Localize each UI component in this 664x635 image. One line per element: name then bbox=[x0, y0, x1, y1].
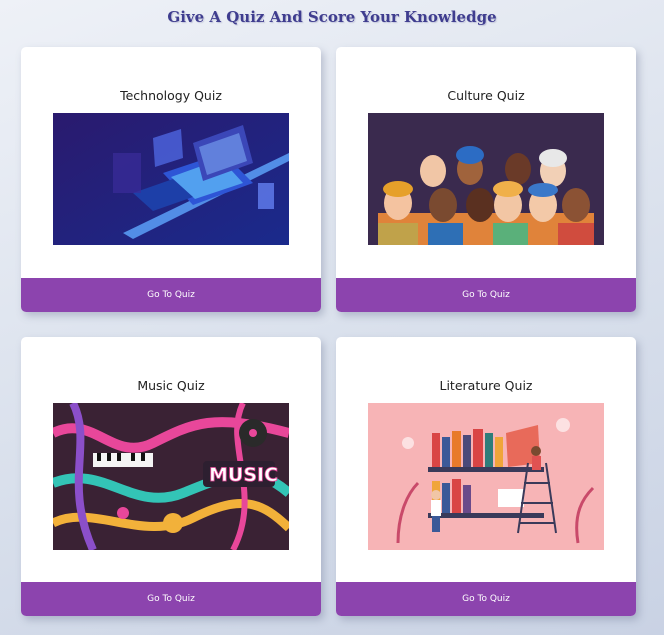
go-to-quiz-button[interactable]: Go To Quiz bbox=[21, 582, 321, 616]
go-to-quiz-button[interactable]: Go To Quiz bbox=[336, 278, 636, 312]
page-title: Give A Quiz And Score Your Knowledge bbox=[167, 8, 497, 26]
go-to-quiz-button[interactable]: Go To Quiz bbox=[336, 582, 636, 616]
quiz-card-culture: Culture Quiz Go To Quiz bbox=[336, 47, 636, 312]
quiz-card-technology: Technology Quiz Go To Quiz bbox=[21, 47, 321, 312]
literature-illustration bbox=[368, 403, 604, 550]
quiz-card-music: Music Quiz MUSIC Go To Quiz bbox=[21, 337, 321, 616]
quiz-card-title: Technology Quiz bbox=[120, 88, 222, 103]
quiz-card-title: Literature Quiz bbox=[439, 378, 533, 393]
quiz-card-title: Culture Quiz bbox=[447, 88, 525, 103]
svg-text:MUSIC: MUSIC bbox=[209, 464, 278, 486]
quiz-card-title: Music Quiz bbox=[137, 378, 205, 393]
music-illustration: MUSIC bbox=[53, 403, 289, 550]
quiz-card-literature: Literature Quiz Go To Quiz bbox=[336, 337, 636, 616]
culture-illustration bbox=[368, 113, 604, 245]
go-to-quiz-button[interactable]: Go To Quiz bbox=[21, 278, 321, 312]
technology-illustration bbox=[53, 113, 289, 245]
